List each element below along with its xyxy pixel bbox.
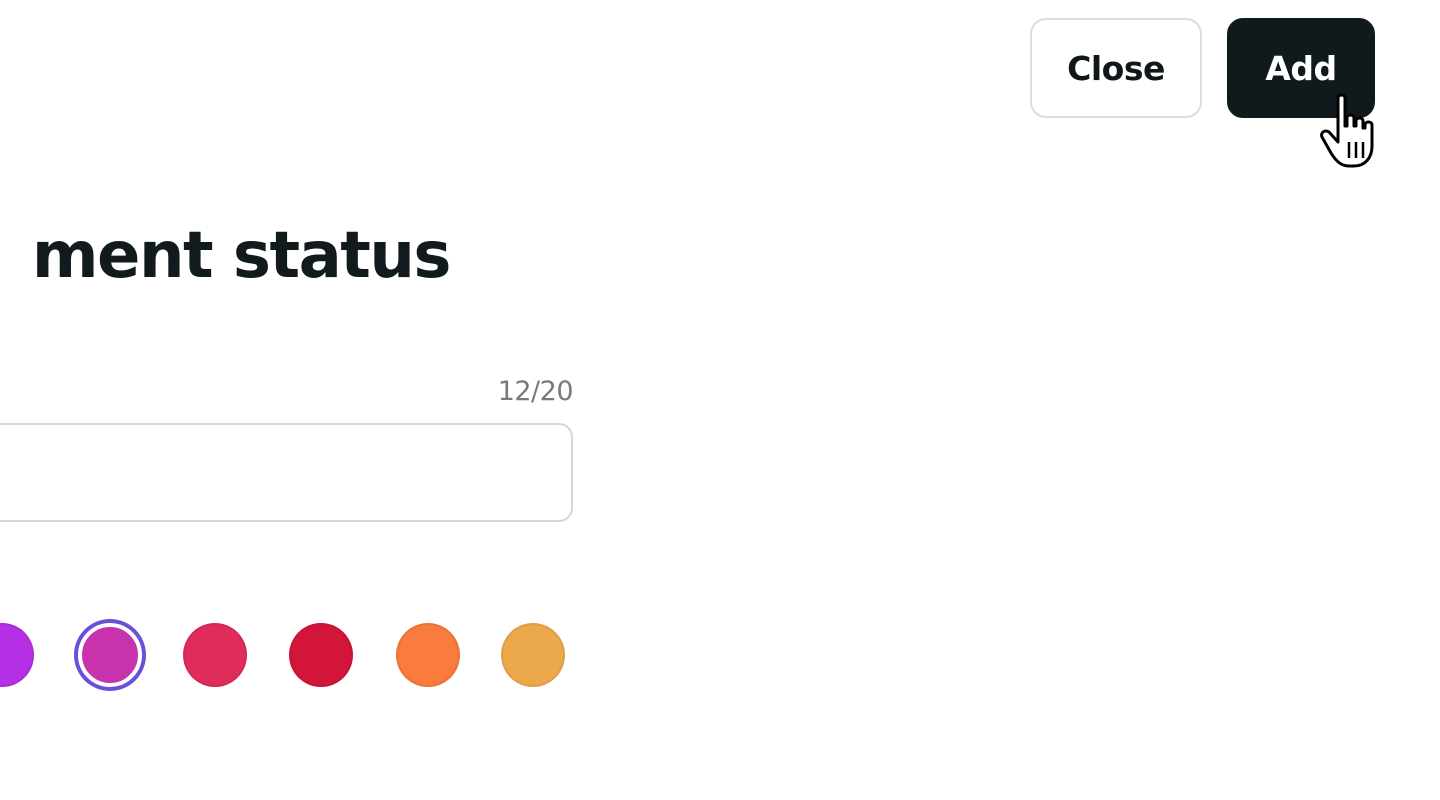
close-button-label: Close: [1067, 48, 1165, 88]
add-button-label: Add: [1265, 48, 1337, 88]
color-swatch-crimson[interactable]: [289, 623, 353, 687]
status-form-page: Close Add ment status 12/20: [0, 0, 1440, 800]
color-swatch-orange[interactable]: [396, 623, 460, 687]
color-swatch-amber[interactable]: [501, 623, 565, 687]
close-button[interactable]: Close: [1030, 18, 1202, 118]
page-title: ment status: [31, 219, 452, 293]
color-swatch-pink-red[interactable]: [183, 623, 247, 687]
color-swatch-magenta[interactable]: [78, 623, 142, 687]
color-swatch-purple[interactable]: [0, 623, 34, 687]
hand-pointer-icon: [1320, 93, 1374, 168]
character-counter: 12/20: [497, 376, 574, 407]
status-name-input[interactable]: [0, 423, 573, 522]
